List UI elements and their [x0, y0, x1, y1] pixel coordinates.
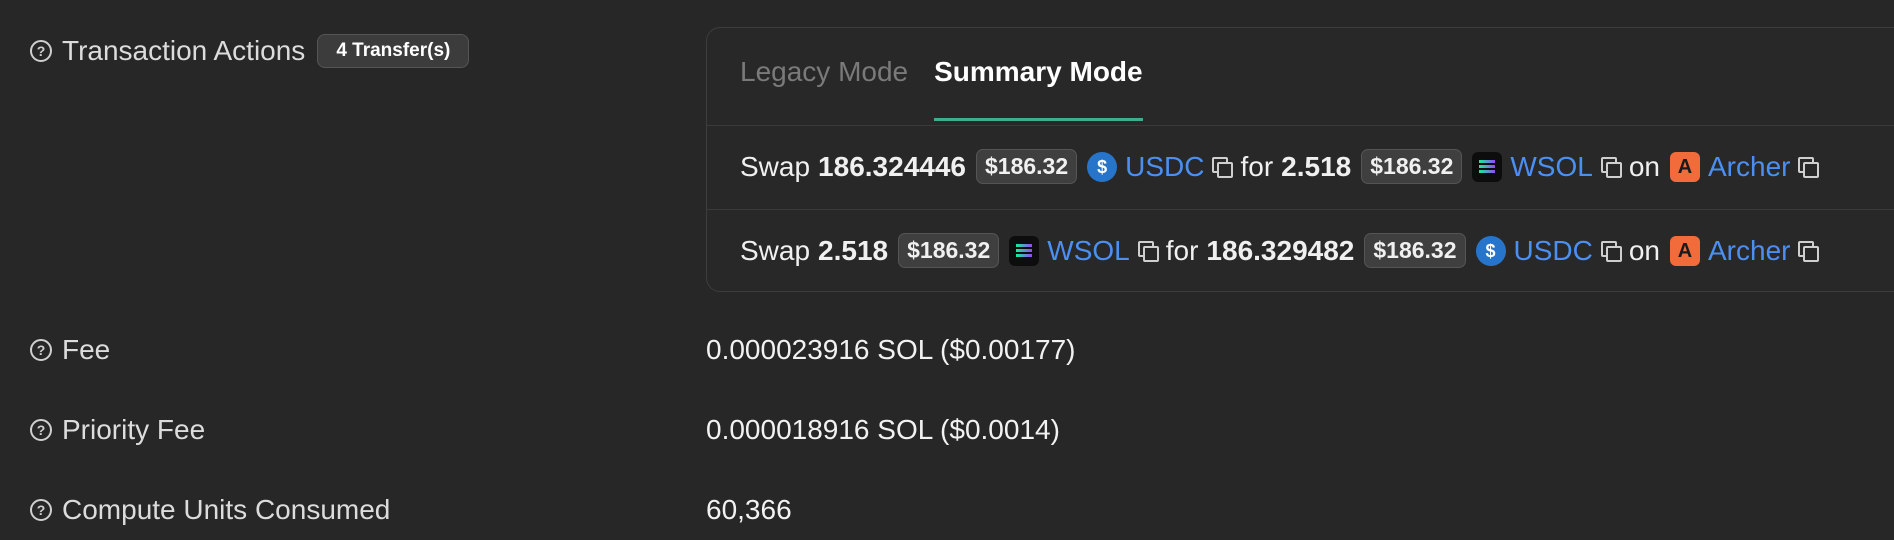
compute-units-label: Compute Units Consumed — [62, 494, 391, 525]
on-word: on — [1628, 150, 1660, 182]
fee-value: 0.000023916 SOL ($0.00177) — [706, 334, 1076, 365]
usdc-icon — [1475, 235, 1506, 266]
copy-icon[interactable] — [1600, 240, 1622, 262]
copy-icon[interactable] — [1798, 156, 1820, 178]
archer-icon — [1670, 235, 1700, 266]
compute-units-value: 60,366 — [706, 494, 792, 525]
help-icon[interactable]: ? — [30, 499, 52, 521]
out-amount: 186.329482 — [1206, 234, 1355, 266]
priority-fee-row: ? Priority Fee — [30, 414, 205, 446]
tab-legacy-mode[interactable]: Legacy Mode — [740, 56, 908, 121]
copy-icon[interactable] — [1212, 156, 1234, 178]
protocol-link-archer[interactable]: Archer — [1708, 235, 1790, 267]
archer-icon — [1670, 151, 1700, 182]
token-link-wsol[interactable]: WSOL — [1510, 151, 1592, 183]
swap-row: Swap 2.518 $186.32 WSOL for 186.329482 $… — [740, 233, 1820, 268]
priority-fee-value: 0.000018916 SOL ($0.0014) — [706, 414, 1060, 445]
help-icon[interactable]: ? — [30, 419, 52, 441]
out-amount: 2.518 — [1281, 150, 1352, 182]
copy-icon[interactable] — [1137, 240, 1159, 262]
compute-units-row: ? Compute Units Consumed — [30, 494, 390, 526]
wsol-icon — [1472, 151, 1503, 182]
fee-label: Fee — [62, 334, 111, 365]
fee-row: ? Fee — [30, 334, 110, 366]
in-amount: 186.324446 — [818, 150, 966, 182]
copy-icon[interactable] — [1798, 240, 1820, 262]
tab-summary-mode[interactable]: Summary Mode — [934, 56, 1143, 121]
out-price-badge: $186.32 — [1361, 149, 1463, 184]
on-word: on — [1628, 234, 1660, 266]
transaction-actions-row: ? Transaction Actions 4 Transfer(s) — [30, 34, 470, 68]
out-price-badge: $186.32 — [1364, 233, 1466, 268]
in-price-badge: $186.32 — [898, 233, 1000, 268]
wsol-icon — [1009, 235, 1040, 266]
swap-word: Swap — [740, 234, 811, 266]
for-word: for — [1165, 234, 1199, 266]
in-price-badge: $186.32 — [975, 149, 1078, 184]
mode-tabs: Legacy Mode Summary Mode — [740, 56, 1169, 121]
transfer-count-badge: 4 Transfer(s) — [317, 34, 470, 68]
swap-row: Swap 186.324446 $186.32 USDC for 2.518 $… — [740, 149, 1820, 184]
divider — [707, 125, 1894, 126]
copy-icon[interactable] — [1600, 156, 1622, 178]
for-word: for — [1240, 150, 1274, 182]
help-icon[interactable]: ? — [30, 40, 52, 62]
transaction-actions-label: Transaction Actions — [62, 35, 306, 66]
swap-word: Swap — [740, 150, 811, 182]
usdc-icon — [1087, 151, 1118, 182]
token-link-usdc[interactable]: USDC — [1125, 151, 1204, 183]
divider — [707, 209, 1894, 210]
token-link-usdc[interactable]: USDC — [1514, 235, 1593, 267]
priority-fee-label: Priority Fee — [62, 414, 206, 445]
transaction-actions-panel: Legacy Mode Summary Mode Swap 186.324446… — [706, 27, 1894, 292]
token-link-wsol[interactable]: WSOL — [1047, 235, 1129, 267]
in-amount: 2.518 — [818, 234, 889, 266]
protocol-link-archer[interactable]: Archer — [1708, 151, 1790, 183]
help-icon[interactable]: ? — [30, 339, 52, 361]
